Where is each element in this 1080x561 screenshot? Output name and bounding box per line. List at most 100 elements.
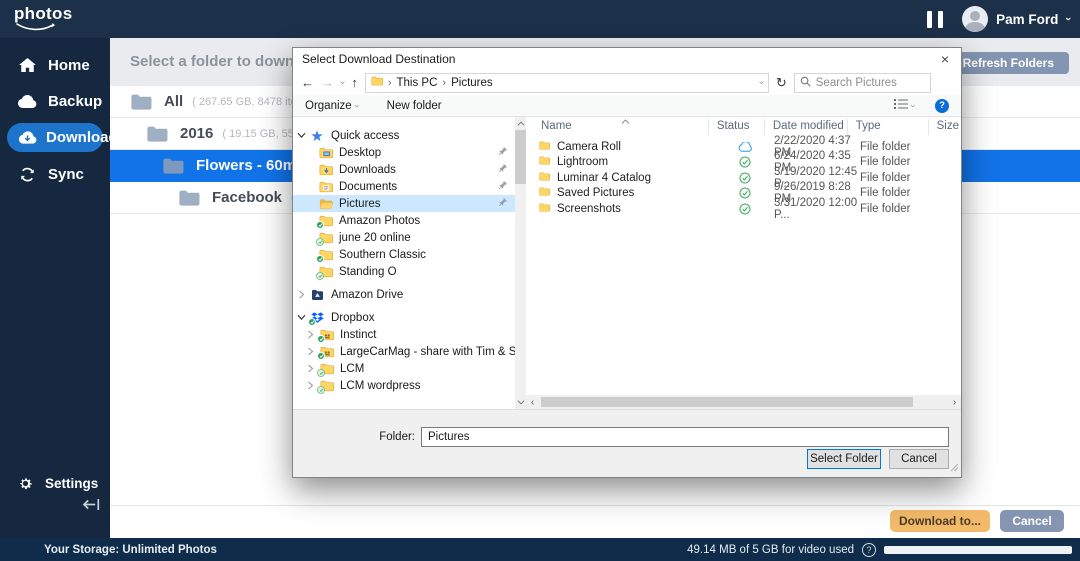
tree-item-music[interactable]: Music xyxy=(293,394,515,395)
expander-closed-icon[interactable] xyxy=(306,347,315,356)
horizontal-scrollbar-thumb[interactable] xyxy=(541,397,913,407)
column-header-date-modified[interactable]: Date modified xyxy=(765,119,848,135)
photos-app: photos Pam Ford › Home Backup Download Sync… xyxy=(0,0,1080,561)
tree-item-documents[interactable]: Documents xyxy=(293,178,515,195)
pictures-folder-icon xyxy=(319,197,334,210)
new-folder-button[interactable]: New folder xyxy=(387,100,442,112)
tree-scrollbar[interactable] xyxy=(515,117,526,409)
file-row-camera-roll[interactable]: Camera Roll 2/22/2020 4:37 PM File folder xyxy=(526,135,961,159)
up-arrow-icon[interactable]: ↑ xyxy=(351,76,358,89)
select-folder-button[interactable]: Select Folder xyxy=(807,449,881,469)
sync-icon xyxy=(17,166,37,183)
gear-icon xyxy=(15,476,35,491)
breadcrumb[interactable]: › This PC › Pictures › xyxy=(364,72,769,93)
documents-folder-icon xyxy=(319,180,334,193)
expander-closed-icon[interactable] xyxy=(306,364,315,373)
organize-button[interactable]: Organize › xyxy=(305,100,362,112)
tree-item-label: Standing O xyxy=(339,265,397,278)
search-box[interactable] xyxy=(793,72,931,93)
pause-icon[interactable] xyxy=(927,11,943,28)
synced-status-icon xyxy=(716,187,774,199)
tree-item-dropbox[interactable]: Dropbox xyxy=(293,309,515,326)
tree-item-instinct[interactable]: Instinct xyxy=(293,326,515,343)
help-circle-icon[interactable]: ? xyxy=(862,542,876,557)
account-menu[interactable]: Pam Ford › xyxy=(962,6,1074,32)
location-folder-icon xyxy=(371,76,383,89)
pin-icon xyxy=(498,146,508,159)
tree-item-lcm-wordpress[interactable]: LCM wordpress xyxy=(293,377,515,394)
tree-item-quick-access[interactable]: Quick access xyxy=(293,127,515,144)
chevron-down-icon: › xyxy=(1062,17,1075,21)
column-header-size[interactable]: Size xyxy=(929,119,961,135)
folder-icon xyxy=(539,187,550,199)
synced-badge-icon xyxy=(316,221,324,229)
tree-item-standing-o[interactable]: Standing O xyxy=(293,263,515,280)
tree-item-lcm[interactable]: LCM xyxy=(293,360,515,377)
file-row-luminar-4-catalog[interactable]: Luminar 4 Catalog 3/19/2020 12:45 P... Fil… xyxy=(526,166,961,190)
folder-icon xyxy=(316,248,334,263)
column-header-type[interactable]: Type xyxy=(848,119,929,135)
view-list-icon[interactable] xyxy=(894,98,908,113)
sidebar-item-download[interactable]: Download xyxy=(7,123,118,152)
forward-arrow-icon[interactable]: → xyxy=(321,76,334,89)
sidebar-item-backup[interactable]: Backup xyxy=(0,83,110,119)
breadcrumb-separator: › xyxy=(442,76,447,89)
dialog-footer: Folder: Select Folder Cancel xyxy=(293,409,961,477)
scroll-left-icon[interactable]: ‹ xyxy=(526,397,539,408)
column-header-name[interactable]: Name xyxy=(526,119,709,135)
file-row-lightroom[interactable]: Lightroom 6/24/2020 4:35 PM File folder xyxy=(526,150,961,174)
expander-closed-icon[interactable] xyxy=(297,290,306,299)
tree-item-amazon-photos[interactable]: Amazon Photos xyxy=(293,212,515,229)
back-arrow-icon[interactable]: ← xyxy=(301,76,314,89)
close-icon[interactable]: × xyxy=(929,48,961,70)
tree-item-june-20-online[interactable]: june 20 online xyxy=(293,229,515,246)
expander-open-icon[interactable] xyxy=(297,314,306,321)
collapse-sidebar-icon[interactable] xyxy=(82,498,100,516)
scroll-right-icon[interactable]: › xyxy=(948,397,961,408)
column-header-status[interactable]: Status xyxy=(709,119,765,135)
search-input[interactable] xyxy=(815,76,925,89)
folder-icon xyxy=(317,362,335,377)
dialog-titlebar[interactable]: Select Download Destination × xyxy=(293,48,961,70)
address-dropdown-icon[interactable]: › xyxy=(756,81,767,84)
resize-grip[interactable] xyxy=(950,463,959,475)
folder-icon xyxy=(316,231,334,246)
refresh-folders-button[interactable]: Refresh Folders xyxy=(947,52,1069,74)
sidebar-item-sync[interactable]: Sync xyxy=(0,156,110,192)
footer-cancel-button[interactable]: Cancel xyxy=(1000,510,1064,532)
navigation-tree: Quick access Desktop Downloads Documents Pic… xyxy=(293,117,515,395)
file-rows: Camera Roll 2/22/2020 4:37 PM File folder L… xyxy=(526,135,961,221)
expander-closed-icon[interactable] xyxy=(306,381,315,390)
file-type: File folder xyxy=(860,171,911,184)
refresh-icon[interactable]: ↻ xyxy=(776,76,787,89)
avatar xyxy=(962,6,989,32)
breadcrumb-this-pc[interactable]: This PC xyxy=(397,77,438,89)
tree-item-amazon-drive[interactable]: Amazon Drive xyxy=(293,286,515,303)
synced-status-icon xyxy=(716,156,774,168)
dialog-toolbar: Organize › New folder › ? xyxy=(293,95,961,117)
folder-name-input[interactable] xyxy=(421,427,949,447)
tree-item-pictures[interactable]: Pictures xyxy=(293,195,515,212)
tree-item-largecarmag-share-with-tim-steve[interactable]: LargeCarMag - share with Tim & Steve xyxy=(293,343,515,360)
recent-locations-icon[interactable]: › xyxy=(337,81,348,84)
tree-item-label: Instinct xyxy=(340,328,377,341)
sidebar-item-settings[interactable]: Settings xyxy=(15,476,98,491)
help-icon[interactable]: ? xyxy=(935,98,949,113)
breadcrumb-pictures[interactable]: Pictures xyxy=(451,77,493,89)
desktop-folder-icon xyxy=(319,146,334,159)
file-row-saved-pictures[interactable]: Saved Pictures 9/26/2019 8:28 PM File fold… xyxy=(526,181,961,205)
home-icon xyxy=(17,58,37,72)
tree-scrollbar-thumb[interactable] xyxy=(515,130,526,184)
sidebar-item-home[interactable]: Home xyxy=(0,47,110,83)
chevron-down-icon[interactable]: › xyxy=(909,104,919,107)
tree-item-downloads[interactable]: Downloads xyxy=(293,161,515,178)
dialog-cancel-button[interactable]: Cancel xyxy=(889,449,949,469)
pending-badge-icon xyxy=(316,272,324,280)
horizontal-scrollbar[interactable]: ‹ › xyxy=(526,395,961,409)
expander-closed-icon[interactable] xyxy=(306,330,315,339)
tree-item-desktop[interactable]: Desktop xyxy=(293,144,515,161)
download-to-button[interactable]: Download to... xyxy=(890,510,990,532)
file-row-screenshots[interactable]: Screenshots 3/31/2020 12:00 P... File fold… xyxy=(526,197,961,221)
tree-item-southern-classic[interactable]: Southern Classic xyxy=(293,246,515,263)
expander-open-icon[interactable] xyxy=(297,132,306,139)
